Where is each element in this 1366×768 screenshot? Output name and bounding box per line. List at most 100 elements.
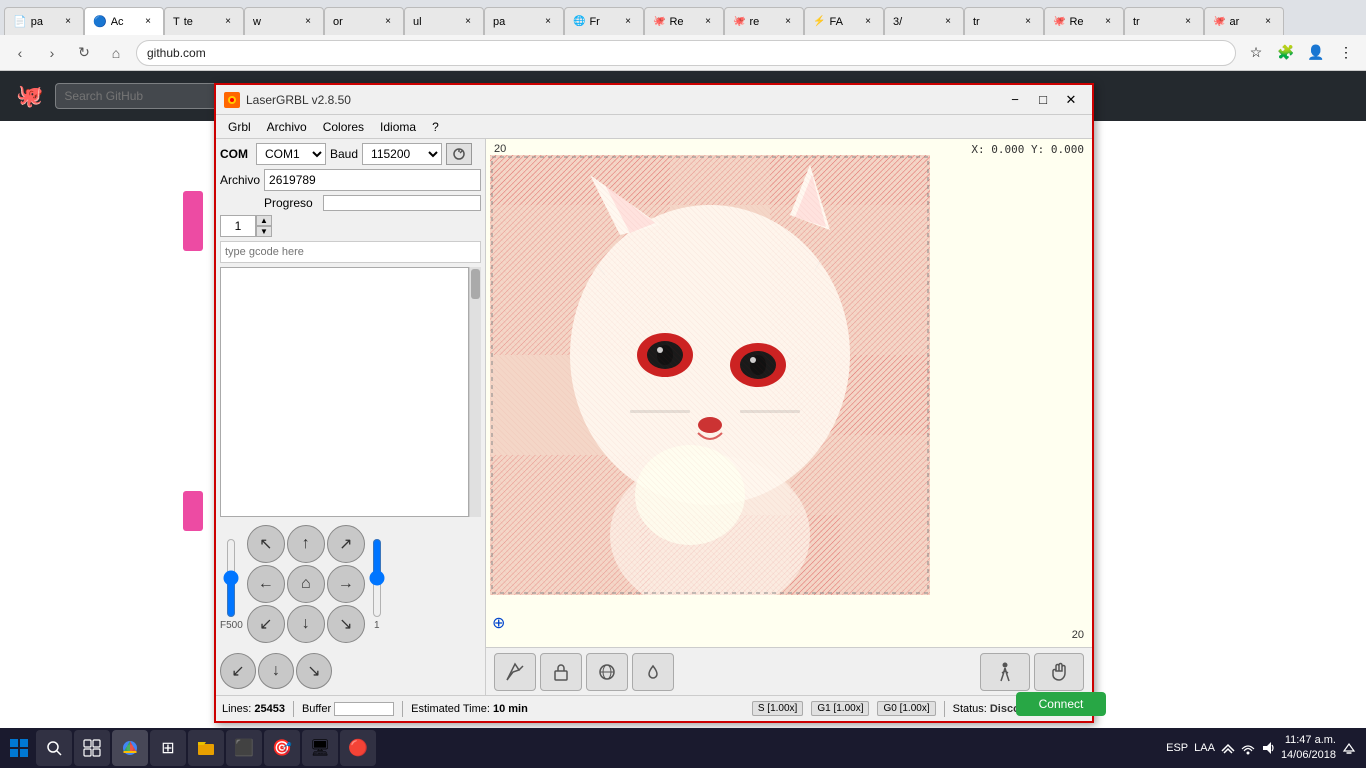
wifi-icon xyxy=(1241,741,1255,755)
tab-13[interactable]: tr × xyxy=(964,7,1044,35)
tab-3-close[interactable]: × xyxy=(221,15,235,29)
tab-bar: 📄 pa × 🔵 Ac × T te × w × or × ul × pa × xyxy=(0,0,1366,35)
minimize-button[interactable]: − xyxy=(1002,89,1028,111)
taskbar-date: 14/06/2018 xyxy=(1281,748,1336,763)
tab-4-close[interactable]: × xyxy=(301,15,315,29)
menu-grbl[interactable]: Grbl xyxy=(220,118,259,136)
home-button[interactable]: ⌂ xyxy=(104,41,128,65)
menu-idioma[interactable]: Idioma xyxy=(372,118,424,136)
tab-6[interactable]: ul × xyxy=(404,7,484,35)
taskbar-app-2[interactable]: ⬛ xyxy=(226,730,262,766)
jog-e-button[interactable]: → xyxy=(327,565,365,603)
back-button[interactable]: ‹ xyxy=(8,41,32,65)
taskbar-app-4[interactable]: 🖥 xyxy=(302,730,338,766)
menu-archivo[interactable]: Archivo xyxy=(259,118,315,136)
tool-laser-button[interactable] xyxy=(494,653,536,691)
crosshair-icon: ⊕ xyxy=(492,613,505,633)
tab-7[interactable]: pa × xyxy=(484,7,564,35)
taskbar-explorer[interactable] xyxy=(188,730,224,766)
tool-lock-button[interactable] xyxy=(540,653,582,691)
tab-14-close[interactable]: × xyxy=(1101,15,1115,29)
speed-label-1: 1 xyxy=(374,620,380,631)
tab-12[interactable]: 3/ × xyxy=(884,7,964,35)
speed-slider-vertical[interactable] xyxy=(223,538,239,618)
tab-2-close[interactable]: × xyxy=(141,15,155,29)
extensions-button[interactable]: 🧩 xyxy=(1274,41,1298,65)
tab-9-close[interactable]: × xyxy=(701,15,715,29)
progress-row: Progreso xyxy=(220,195,481,211)
reload-button[interactable]: ↻ xyxy=(72,41,96,65)
tab-3[interactable]: T te × xyxy=(164,7,244,35)
tab-4[interactable]: w × xyxy=(244,7,324,35)
pixel-decoration-1 xyxy=(183,191,203,251)
tab-10-close[interactable]: × xyxy=(781,15,795,29)
tab-1-close[interactable]: × xyxy=(61,15,75,29)
start-button[interactable] xyxy=(4,733,34,763)
tab-11[interactable]: ⚡ FA × xyxy=(804,7,884,35)
jog-w-button[interactable]: ← xyxy=(247,565,285,603)
jog-se-button[interactable]: ↘ xyxy=(327,605,365,643)
taskbar-app-1[interactable]: ⊞ xyxy=(150,730,186,766)
spinner-up-button[interactable]: ▲ xyxy=(256,215,272,226)
taskbar-task-view[interactable] xyxy=(74,730,110,766)
tab-5[interactable]: or × xyxy=(324,7,404,35)
taskbar-app-3[interactable]: 🎯 xyxy=(264,730,300,766)
tab-6-close[interactable]: × xyxy=(461,15,475,29)
bottom-green-button[interactable]: Connect xyxy=(1016,692,1106,716)
address-input[interactable] xyxy=(136,40,1236,66)
jog-extra-btn-2[interactable]: ↓ xyxy=(258,653,294,689)
taskbar-chrome[interactable] xyxy=(112,730,148,766)
tab-12-close[interactable]: × xyxy=(941,15,955,29)
menu-colores[interactable]: Colores xyxy=(315,118,372,136)
tab-7-close[interactable]: × xyxy=(541,15,555,29)
tab-1[interactable]: 📄 pa × xyxy=(4,7,84,35)
menu-help[interactable]: ? xyxy=(424,118,447,136)
tab-2-favicon: 🔵 xyxy=(93,15,107,28)
account-button[interactable]: 👤 xyxy=(1304,41,1328,65)
spinner-down-button[interactable]: ▼ xyxy=(256,226,272,237)
menu-button[interactable]: ⋮ xyxy=(1334,41,1358,65)
gcode-input[interactable] xyxy=(220,241,481,263)
tab-2[interactable]: 🔵 Ac × xyxy=(84,7,164,35)
jog-sw-button[interactable]: ↙ xyxy=(247,605,285,643)
tab-9[interactable]: 🐙 Re × xyxy=(644,7,724,35)
taskbar-search[interactable] xyxy=(36,730,72,766)
tool-drop-button[interactable] xyxy=(632,653,674,691)
jog-extra-btn-1[interactable]: ↙ xyxy=(220,653,256,689)
jog-home-button[interactable]: ⌂ xyxy=(287,565,325,603)
jog-extra-btn-3[interactable]: ↘ xyxy=(296,653,332,689)
estimated-value: 10 min xyxy=(493,703,528,715)
tab-8[interactable]: 🌐 Fr × xyxy=(564,7,644,35)
gcode-scrollbar[interactable] xyxy=(469,267,481,517)
right-panel: X: 0.000 Y: 0.000 20 xyxy=(486,139,1092,695)
tab-5-close[interactable]: × xyxy=(381,15,395,29)
tool-globe-button[interactable] xyxy=(586,653,628,691)
tab-16-close[interactable]: × xyxy=(1261,15,1275,29)
tab-10[interactable]: 🐙 re × xyxy=(724,7,804,35)
tool-walk-button[interactable] xyxy=(980,653,1030,691)
spinner-input[interactable] xyxy=(220,215,256,237)
com-select[interactable]: COM1 COM2 COM3 xyxy=(256,143,326,165)
jog-nw-button[interactable]: ↖ xyxy=(247,525,285,563)
bookmark-button[interactable]: ☆ xyxy=(1244,41,1268,65)
close-button[interactable]: ✕ xyxy=(1058,89,1084,111)
gcode-textarea[interactable] xyxy=(220,267,469,517)
connect-button[interactable] xyxy=(446,143,472,165)
baud-select[interactable]: 9600 19200 57600 115200 xyxy=(362,143,442,165)
file-input[interactable] xyxy=(264,169,481,191)
maximize-button[interactable]: □ xyxy=(1030,89,1056,111)
tab-8-close[interactable]: × xyxy=(621,15,635,29)
tab-16[interactable]: 🐙 ar × xyxy=(1204,7,1284,35)
taskbar-app-5[interactable]: 🔴 xyxy=(340,730,376,766)
jog-ne-button[interactable]: ↗ xyxy=(327,525,365,563)
tool-hand-button[interactable] xyxy=(1034,653,1084,691)
jog-n-button[interactable]: ↑ xyxy=(287,525,325,563)
tab-13-close[interactable]: × xyxy=(1021,15,1035,29)
speed-slider-horizontal[interactable] xyxy=(369,538,385,618)
tab-11-close[interactable]: × xyxy=(861,15,875,29)
jog-s-button[interactable]: ↓ xyxy=(287,605,325,643)
tab-14[interactable]: 🐙 Re × xyxy=(1044,7,1124,35)
forward-button[interactable]: › xyxy=(40,41,64,65)
tab-15[interactable]: tr × xyxy=(1124,7,1204,35)
tab-15-close[interactable]: × xyxy=(1181,15,1195,29)
